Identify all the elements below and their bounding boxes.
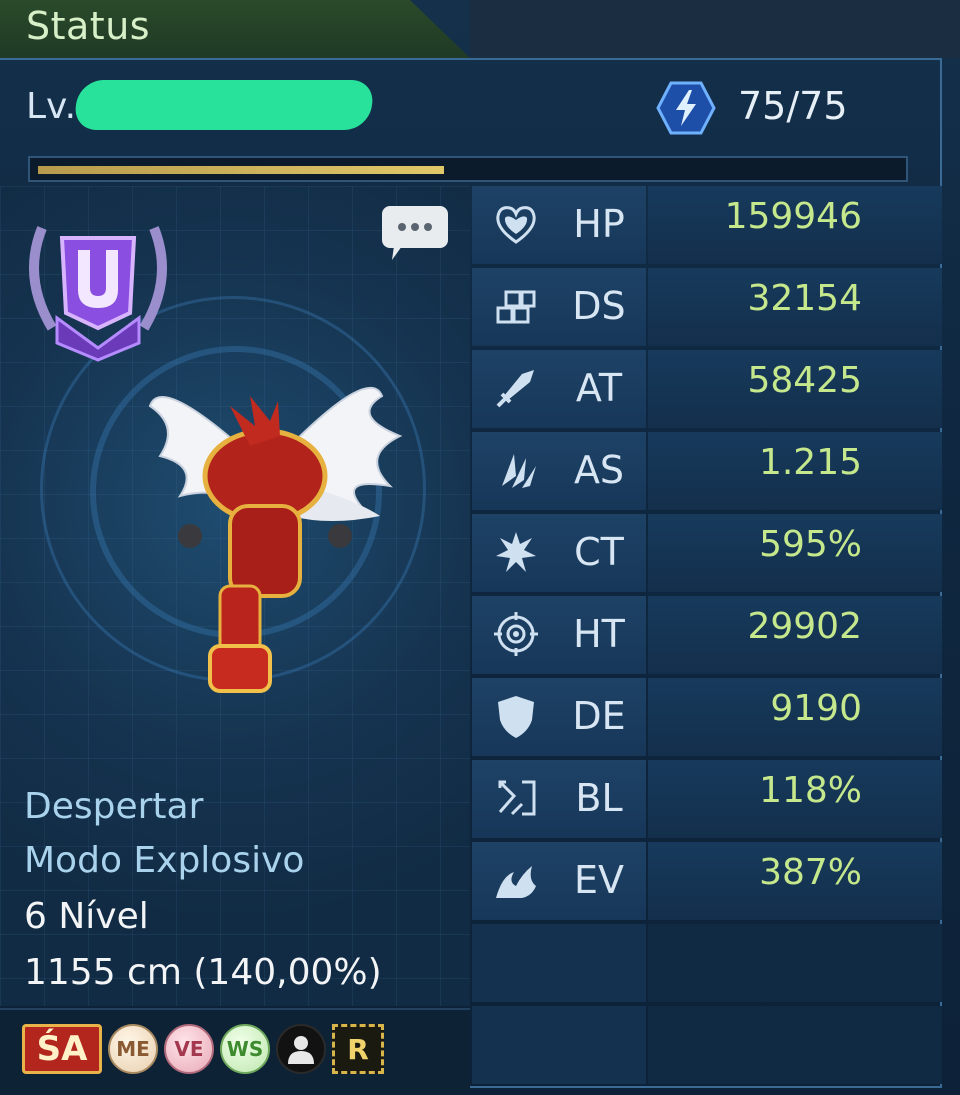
stat-label-cell: DE — [472, 678, 646, 756]
chat-icon[interactable] — [380, 204, 450, 262]
stat-value-cell: 159946 — [648, 186, 942, 264]
stat-value-de: 9190 — [770, 688, 862, 729]
stat-row-hp: HP 159946 — [470, 186, 942, 266]
top-bar-background — [470, 0, 960, 58]
heart-icon — [496, 206, 536, 244]
claw-icon — [502, 454, 536, 488]
shield-icon — [498, 696, 534, 738]
stat-code: AT — [575, 366, 623, 410]
stat-value-ct: 595% — [759, 524, 862, 565]
redacted-level-value — [72, 80, 376, 130]
stat-row-ds: DS 32154 — [470, 268, 942, 348]
stat-row-de: DE 9190 — [470, 678, 942, 758]
stat-value-cell: 58425 — [648, 350, 942, 428]
stat-code: HT — [573, 612, 625, 656]
stat-value-cell: 387% — [648, 842, 942, 920]
stat-label-cell: DS — [472, 268, 646, 346]
stat-value-cell: 1.215 — [648, 432, 942, 510]
stat-label-cell: BL — [472, 760, 646, 838]
stat-code: DE — [572, 694, 626, 738]
sa-badge[interactable]: ŚA — [22, 1024, 102, 1074]
wave-icon — [496, 866, 536, 898]
experience-bar-fill — [38, 166, 445, 174]
stat-value-hp: 159946 — [724, 196, 862, 237]
ve-badge[interactable]: VE — [164, 1024, 214, 1074]
stat-value-cell: 595% — [648, 514, 942, 592]
lightning-icon — [656, 81, 716, 135]
burst-icon — [496, 532, 536, 572]
stat-row-at: AT 58425 — [470, 350, 942, 430]
stat-value-ht: 29902 — [747, 606, 862, 647]
stat-label-cell: HP — [472, 186, 646, 264]
stat-code: BL — [575, 776, 623, 820]
stat-label-cell: HT — [472, 596, 646, 674]
user-silhouette-icon — [288, 1036, 314, 1064]
block-arrow-icon — [498, 780, 536, 816]
stat-code: AS — [573, 448, 625, 492]
stat-row-ct: CT 595% — [470, 514, 942, 594]
empty-stat-value-cell — [648, 924, 942, 1002]
stat-code: HP — [573, 202, 625, 246]
character-mode: Modo Explosivo — [24, 840, 305, 881]
stat-value-bl: 118% — [759, 770, 862, 811]
me-badge[interactable]: ME — [108, 1024, 158, 1074]
stat-value-cell: 32154 — [648, 268, 942, 346]
stat-row-as: AS 1.215 — [470, 432, 942, 512]
r-badge[interactable]: R — [332, 1024, 384, 1074]
level-label: Lv. — [26, 86, 77, 127]
stat-code: EV — [573, 858, 624, 902]
status-title: Status — [26, 4, 151, 48]
character-size: 1155 cm (140,00%) — [24, 952, 382, 993]
stat-label-cell: EV — [472, 842, 646, 920]
empty-stat-value-cell — [648, 1006, 942, 1084]
stat-label-cell: AT — [472, 350, 646, 428]
stat-code: DS — [572, 284, 626, 328]
stat-code: CT — [574, 530, 624, 574]
empty-stat-label-cell — [472, 1006, 646, 1084]
stat-label-cell: CT — [472, 514, 646, 592]
character-level: 6 Nível — [24, 896, 149, 937]
experience-bar — [28, 156, 908, 182]
stat-row-ht: HT 29902 — [470, 596, 942, 676]
stat-value-cell: 118% — [648, 760, 942, 838]
stat-value-as: 1.215 — [758, 442, 862, 483]
stats-table: HP 159946 DS 32154 AT 58425 AS 1.215 CT 595% HT 299… — [470, 186, 942, 1090]
ws-badge[interactable]: WS — [220, 1024, 270, 1074]
energy-value: 75/75 — [738, 84, 848, 128]
crosshair-icon — [494, 612, 538, 656]
sword-icon — [496, 370, 534, 408]
stat-value-at: 58425 — [747, 360, 862, 401]
rank-u-icon — [29, 226, 167, 362]
user-icon[interactable] — [276, 1024, 326, 1074]
stat-row-bl: BL 118% — [470, 760, 942, 840]
stat-row-ev: EV 387% — [470, 842, 942, 922]
stat-value-cell: 29902 — [648, 596, 942, 674]
character-awakening: Despertar — [24, 786, 204, 827]
stat-value-ev: 387% — [759, 852, 862, 893]
cubes-icon — [496, 290, 536, 324]
stat-value-ds: 32154 — [747, 278, 862, 319]
stat-value-cell: 9190 — [648, 678, 942, 756]
stat-label-cell: AS — [472, 432, 646, 510]
character-sprite — [148, 386, 403, 693]
empty-stat-label-cell — [472, 924, 646, 1002]
